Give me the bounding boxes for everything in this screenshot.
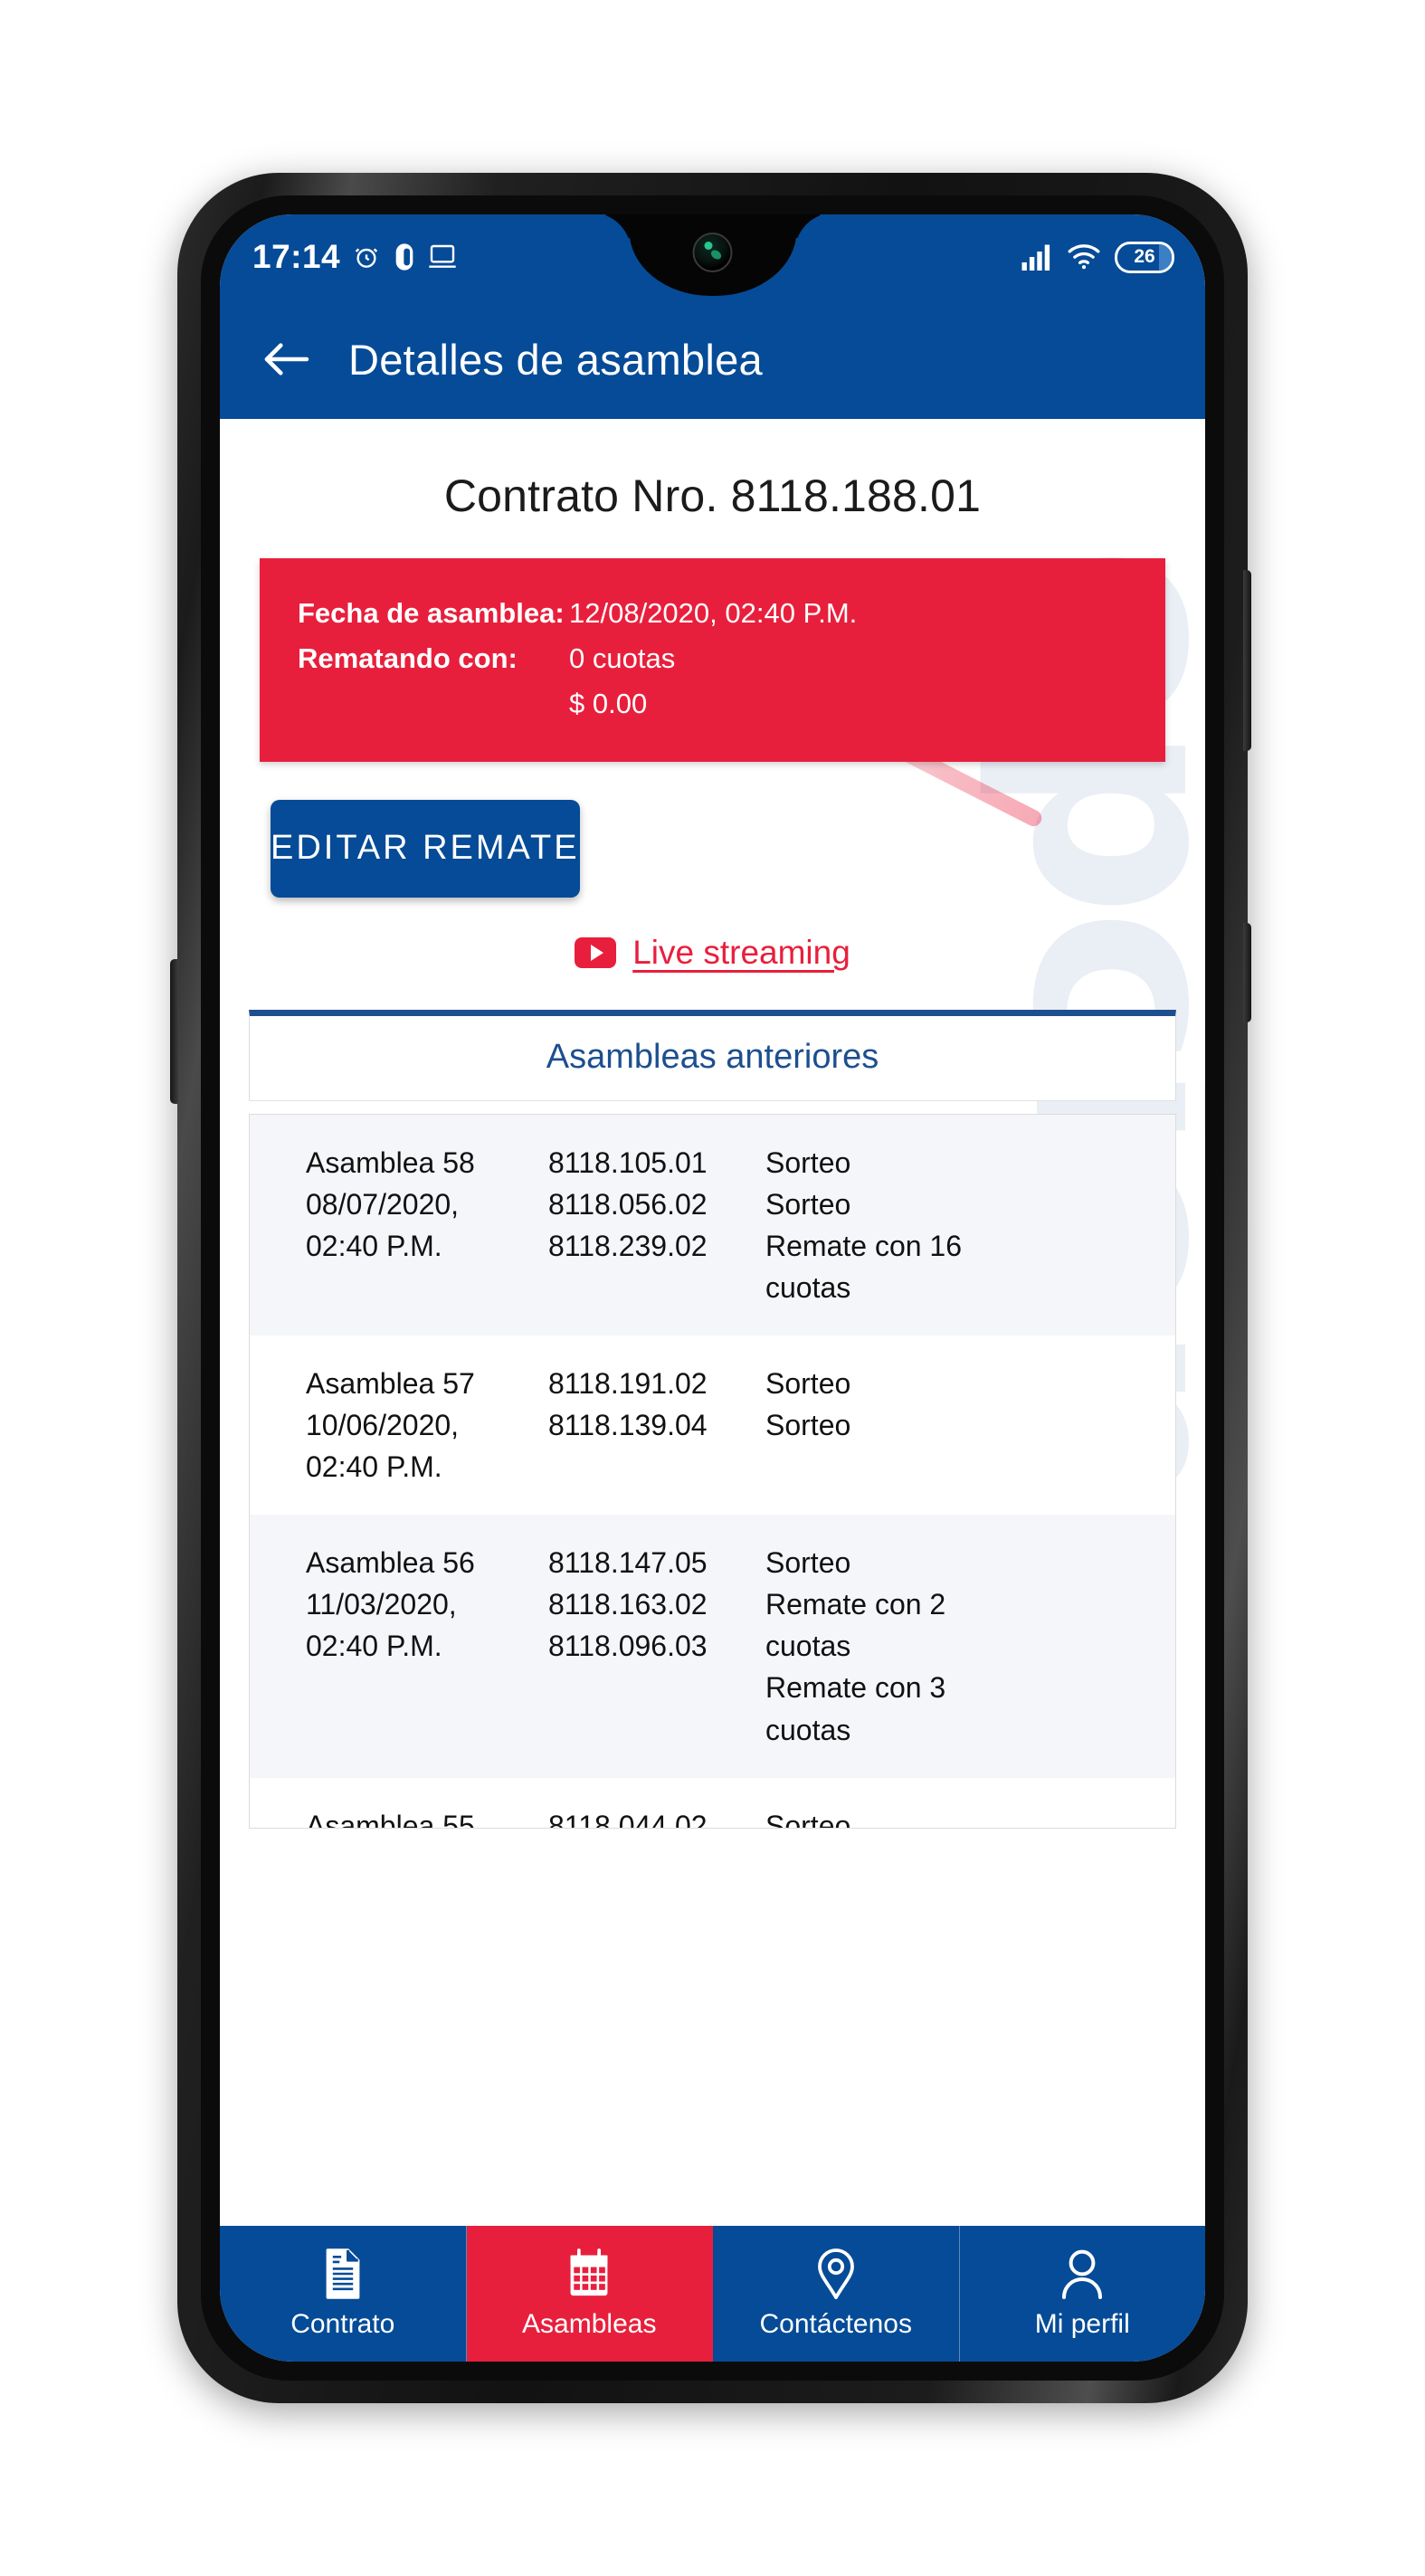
info-value-bidding: 0 cuotas $ 0.00 [569,636,675,727]
row-assembly-cell: Asamblea 58 08/07/2020, 02:40 P.M. [306,1142,548,1308]
table-row[interactable]: Asamblea 58 08/07/2020, 02:40 P.M. 8118.… [250,1114,1175,1336]
info-value-date: 12/08/2020, 02:40 P.M. [569,597,858,629]
volume-button[interactable] [1243,570,1251,751]
previous-assemblies-header: Asambleas anteriores [249,1009,1176,1101]
info-row-bidding: Rematando con: 0 cuotas $ 0.00 [298,636,1127,727]
battery-icon: 26 [1115,241,1174,273]
table-row[interactable]: Asamblea 57 10/06/2020, 02:40 P.M. 8118.… [250,1336,1175,1515]
row-assembly-date: 08/07/2020, [306,1187,460,1221]
screenshot-canvas: 17:14 26 Detalles de asamblea Contrato N… [0,0,1425,2576]
previous-assemblies-title: Asambleas anteriores [546,1037,879,1076]
row-contract: 8118.191.02 [548,1366,708,1400]
row-assembly-name: Asamblea 58 [306,1145,475,1179]
row-contracts-cell: 8118.191.02 8118.139.04 [548,1363,765,1488]
document-icon [320,2248,366,2300]
edit-remate-button[interactable]: EDITAR REMATE [271,799,580,898]
row-results-cell: Sorteo Sorteo Remate con 16 cuotas [765,1142,1019,1308]
row-result: Sorteo [765,1187,851,1221]
row-assembly-time: 02:40 P.M. [306,1450,442,1484]
dnd-icon [393,242,416,271]
alarm-icon [352,242,381,271]
row-assembly-name: Asamblea 56 [306,1546,475,1580]
row-contract: 8118.105.01 [548,1145,708,1179]
info-label-date: Fecha de asamblea: [298,597,565,629]
row-assembly-time: 02:40 P.M. [306,1229,442,1262]
row-result: Sorteo [765,1409,851,1442]
row-assembly-cell: Asamblea 55 12/02/2020, 02:40 P.M. [306,1805,548,1829]
row-contract: 8118.163.02 [548,1588,708,1621]
row-assembly-time: 02:40 P.M. [306,1630,442,1663]
row-contracts-cell: 8118.044.02 8118.208.02 8118.215.02 8118… [548,1805,765,1829]
row-result: Sorteo [765,1546,851,1580]
cast-screen-icon [428,243,457,271]
page-title: Detalles de asamblea [348,335,763,384]
row-contract: 8118.147.05 [548,1546,708,1580]
row-assembly-cell: Asamblea 56 11/03/2020, 02:40 P.M. [306,1542,548,1750]
row-results-cell: Sorteo Remate con 2 cuotas Remate con 3 … [765,1542,1019,1750]
wifi-icon [1067,243,1101,271]
bottom-navigation: Contrato Asambleas Contáctenos Mi perfil [220,2226,1205,2362]
row-results-cell: Sorteo Sorteo [765,1363,1019,1488]
live-streaming-label: Live streaming [632,933,850,971]
row-result: Remate con 16 cuotas [765,1229,963,1304]
row-assembly-date: 11/03/2020, [306,1588,457,1621]
row-result: Sorteo [765,1809,851,1829]
nav-item-asambleas[interactable]: Asambleas [466,2226,713,2362]
sim-tray [170,959,178,1104]
nav-item-contrato[interactable]: Contrato [220,2226,467,2362]
info-value-quotas: 0 cuotas [569,642,676,675]
row-result: Sorteo [765,1145,851,1179]
previous-assemblies-table[interactable]: Asamblea 58 08/07/2020, 02:40 P.M. 8118.… [249,1113,1176,1829]
table-row[interactable]: Asamblea 55 12/02/2020, 02:40 P.M. 8118.… [250,1778,1175,1829]
phone-screen: 17:14 26 Detalles de asamblea Contrato N… [220,214,1205,2362]
status-bar-right: 26 [1021,241,1174,273]
row-contract: 8118.056.02 [548,1187,708,1221]
row-contract: 8118.139.04 [548,1409,708,1442]
row-result: Remate con 2 cuotas [765,1588,946,1663]
power-button[interactable] [1243,923,1251,1022]
back-arrow-icon[interactable] [261,340,310,378]
row-assembly-name: Asamblea 55 [306,1809,475,1829]
row-assembly-date: 10/06/2020, [306,1409,460,1442]
front-camera-icon [692,233,733,272]
row-contract: 8118.239.02 [548,1229,708,1262]
location-pin-icon [815,2248,857,2300]
row-result: Remate con 3 cuotas [765,1671,946,1746]
app-bar: Detalles de asamblea [220,299,1205,419]
nav-item-mi-perfil[interactable]: Mi perfil [960,2226,1206,2362]
row-contracts-cell: 8118.147.05 8118.163.02 8118.096.03 [548,1542,765,1750]
row-assembly-name: Asamblea 57 [306,1366,475,1400]
calendar-icon [565,2248,613,2300]
contract-number-title: Contrato Nro. 8118.188.01 [443,471,982,521]
row-result: Sorteo [765,1366,851,1400]
row-assembly-cell: Asamblea 57 10/06/2020, 02:40 P.M. [306,1363,548,1488]
live-streaming-link[interactable]: Live streaming [220,934,1205,972]
nav-label-contactenos: Contáctenos [759,2309,912,2339]
info-row-date: Fecha de asamblea: 12/08/2020, 02:40 P.M… [298,591,1127,636]
status-bar-left: 17:14 [252,238,457,276]
nav-item-contactenos[interactable]: Contáctenos [713,2226,960,2362]
assembly-info-card: Fecha de asamblea: 12/08/2020, 02:40 P.M… [260,558,1165,762]
main-content: opcion Contrato Nro. 8118.188.01 Fecha d… [220,419,1205,2226]
nav-label-mi-perfil: Mi perfil [1034,2309,1130,2339]
info-label-bidding: Rematando con: [298,642,518,675]
signal-bars-icon [1021,243,1053,271]
row-contracts-cell: 8118.105.01 8118.056.02 8118.239.02 [548,1142,765,1308]
nav-label-asambleas: Asambleas [522,2309,657,2339]
person-icon [1060,2248,1104,2300]
info-value-amount: $ 0.00 [569,688,648,720]
status-time: 17:14 [252,238,341,275]
table-row[interactable]: Asamblea 56 11/03/2020, 02:40 P.M. 8118.… [250,1515,1175,1778]
youtube-icon [575,936,617,968]
row-results-cell: Sorteo Remate con 4 cuotas Remate con 9 … [765,1805,1019,1829]
nav-label-contrato: Contrato [290,2309,395,2339]
row-contract: 8118.096.03 [548,1630,708,1663]
battery-level: 26 [1134,246,1155,267]
row-contract: 8118.044.02 [548,1809,708,1829]
